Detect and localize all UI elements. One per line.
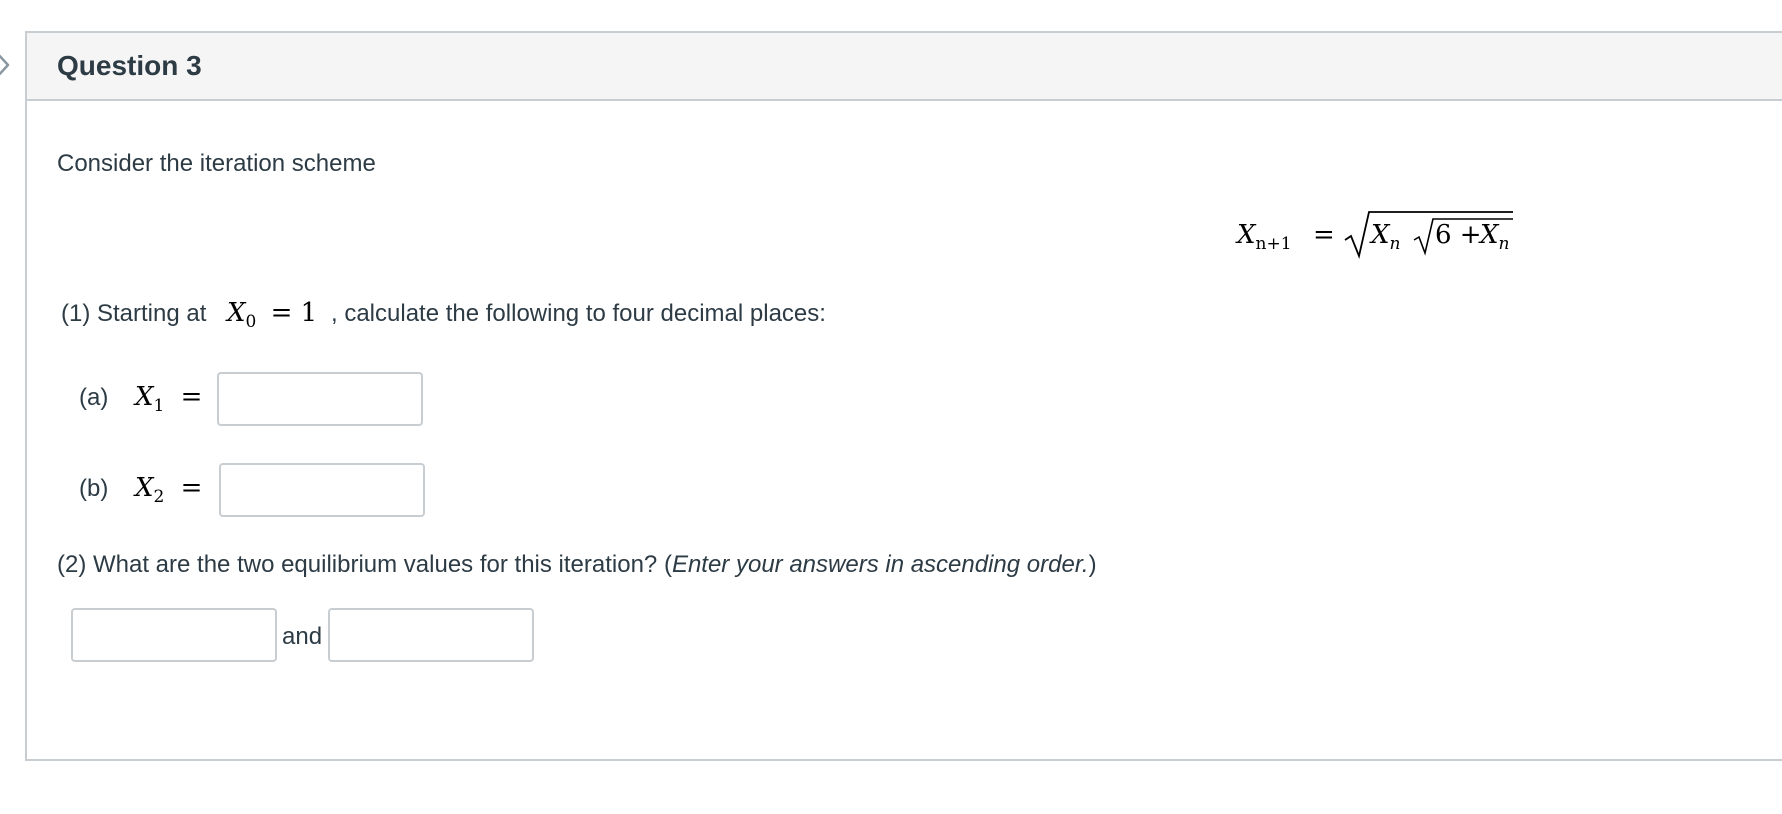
question-card: Question 3 Consider the iteration scheme… — [25, 31, 1782, 761]
formula-lhs: Xn+1 — [1237, 220, 1292, 254]
x1-answer-input[interactable] — [217, 372, 423, 426]
part1-prefix: (1) Starting at — [61, 300, 207, 327]
quiz-page: Question 3 Consider the iteration scheme… — [0, 0, 1782, 814]
and-connector: and — [282, 623, 323, 650]
item-a-label: (a) — [79, 384, 109, 411]
intro-text: Consider the iteration scheme — [57, 150, 376, 177]
formula-inner-var: Xn — [1371, 220, 1401, 254]
part1-suffix: , calculate the following to four decima… — [331, 300, 826, 327]
formula-equals: = — [1313, 220, 1335, 250]
equilibrium-answer-1-input[interactable] — [71, 608, 277, 662]
item-b-label: (b) — [79, 475, 109, 502]
formula-last-var: Xn — [1480, 220, 1510, 254]
item-b-var: X2 = — [135, 473, 203, 507]
item-a-var: X1 = — [135, 382, 203, 416]
part2-question: (2) What are the two equilibrium values … — [57, 551, 1097, 578]
question-title: Question 3 — [57, 50, 202, 81]
question-header: Question 3 — [27, 33, 1782, 101]
start-condition: X0 = 1 — [227, 298, 318, 332]
chevron-right-icon[interactable] — [0, 48, 18, 82]
formula-six-plus: 6 + — [1435, 220, 1482, 250]
equilibrium-answer-2-input[interactable] — [328, 608, 534, 662]
x2-answer-input[interactable] — [219, 463, 425, 517]
